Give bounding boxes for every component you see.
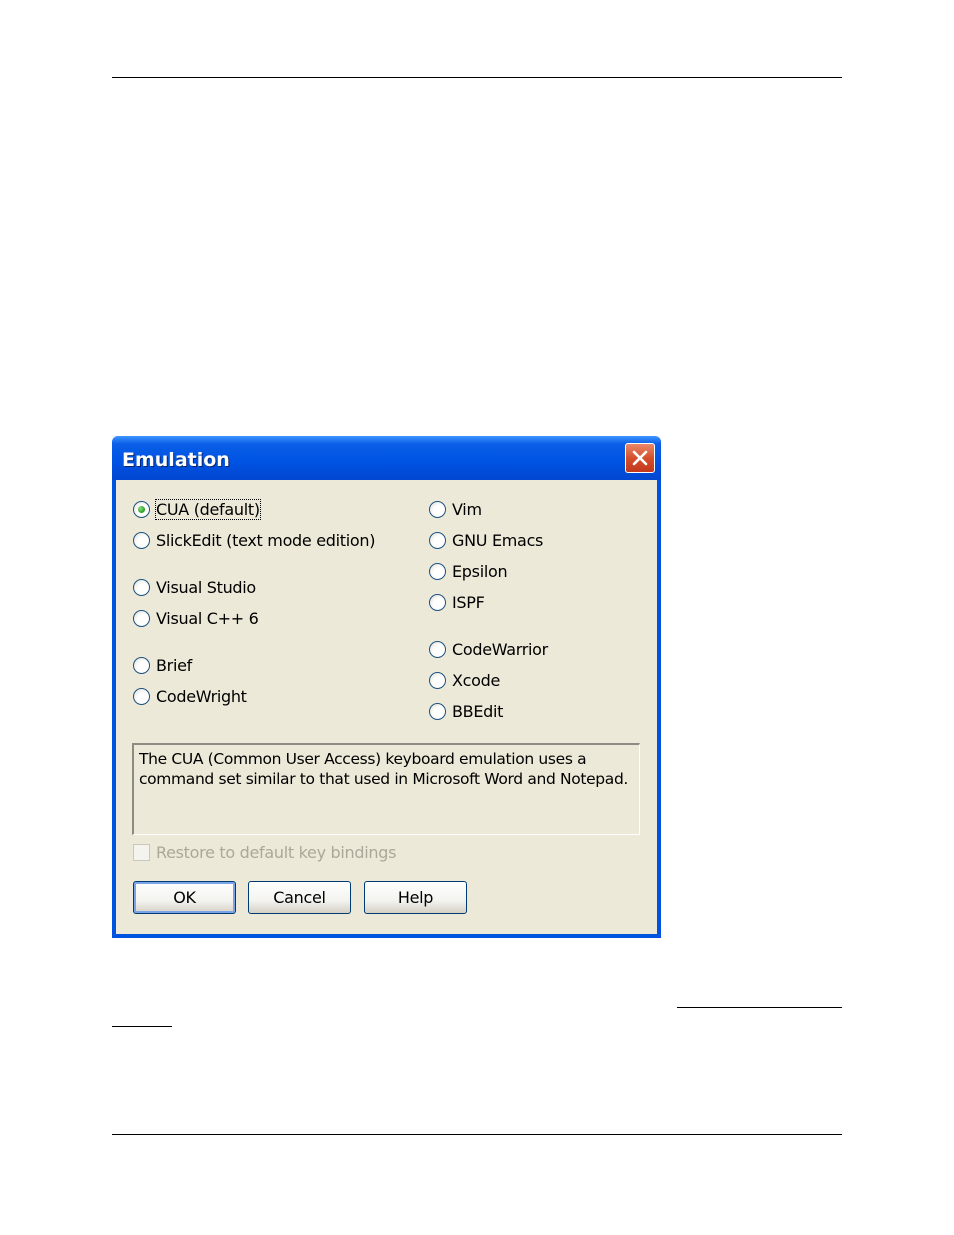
radio-cua[interactable]: CUA (default) <box>133 499 261 520</box>
radio-button[interactable] <box>133 688 150 705</box>
radio-xcode[interactable]: Xcode <box>429 671 500 690</box>
close-button[interactable] <box>625 443 655 473</box>
radio-label-brief: Brief <box>156 656 192 675</box>
radio-button[interactable] <box>133 579 150 596</box>
emulation-description: The CUA (Common User Access) keyboard em… <box>132 743 640 835</box>
radio-button[interactable] <box>429 703 446 720</box>
radio-button[interactable] <box>133 657 150 674</box>
radio-label-xcode: Xcode <box>452 671 501 690</box>
radio-visual-cpp-6[interactable]: Visual C++ 6 <box>133 609 259 628</box>
hyperlink-underline-continued[interactable] <box>112 1026 172 1027</box>
radio-label-ispf: ISPF <box>452 593 485 612</box>
radio-label-cua: CUA (default) <box>155 499 261 520</box>
radio-button-selected[interactable] <box>133 501 150 518</box>
restore-defaults-label: Restore to default key bindings <box>156 843 397 862</box>
radio-label-vim: Vim <box>452 500 482 519</box>
radio-button[interactable] <box>429 532 446 549</box>
radio-gnu-emacs[interactable]: GNU Emacs <box>429 531 543 550</box>
radio-button[interactable] <box>429 672 446 689</box>
radio-label-codewarrior: CodeWarrior <box>452 640 548 659</box>
radio-button[interactable] <box>133 532 150 549</box>
radio-codewarrior[interactable]: CodeWarrior <box>429 640 548 659</box>
radio-button[interactable] <box>133 610 150 627</box>
radio-button[interactable] <box>429 641 446 658</box>
help-button[interactable]: Help <box>364 881 467 914</box>
ok-button[interactable]: OK <box>133 881 236 914</box>
restore-defaults-checkbox-row: Restore to default key bindings <box>133 843 396 862</box>
radio-label-codewright: CodeWright <box>156 687 247 706</box>
radio-vim[interactable]: Vim <box>429 500 482 519</box>
emulation-dialog: Emulation CUA (default) SlickEdit (text … <box>112 436 661 938</box>
radio-label-bbedit: BBEdit <box>452 702 504 721</box>
radio-button[interactable] <box>429 594 446 611</box>
radio-button[interactable] <box>429 501 446 518</box>
radio-slickedit[interactable]: SlickEdit (text mode edition) <box>133 531 375 550</box>
dialog-title: Emulation <box>122 449 230 471</box>
radio-label-epsilon: Epsilon <box>452 562 508 581</box>
radio-label-visual-studio: Visual Studio <box>156 578 256 597</box>
radio-label-slickedit: SlickEdit (text mode edition) <box>156 531 376 550</box>
footer-rule <box>112 1134 842 1135</box>
close-icon <box>632 450 648 466</box>
cancel-button[interactable]: Cancel <box>248 881 351 914</box>
radio-brief[interactable]: Brief <box>133 656 192 675</box>
header-rule <box>112 77 842 78</box>
radio-label-gnu-emacs: GNU Emacs <box>452 531 544 550</box>
radio-codewright[interactable]: CodeWright <box>133 687 247 706</box>
hyperlink-underline[interactable] <box>677 1007 842 1008</box>
radio-label-visual-cpp-6: Visual C++ 6 <box>156 609 259 628</box>
radio-button[interactable] <box>429 563 446 580</box>
dialog-client-area: CUA (default) SlickEdit (text mode editi… <box>116 480 657 934</box>
title-bar[interactable]: Emulation <box>112 436 661 480</box>
radio-ispf[interactable]: ISPF <box>429 593 485 612</box>
restore-defaults-checkbox <box>133 844 150 861</box>
radio-epsilon[interactable]: Epsilon <box>429 562 508 581</box>
radio-visual-studio[interactable]: Visual Studio <box>133 578 256 597</box>
radio-bbedit[interactable]: BBEdit <box>429 702 503 721</box>
